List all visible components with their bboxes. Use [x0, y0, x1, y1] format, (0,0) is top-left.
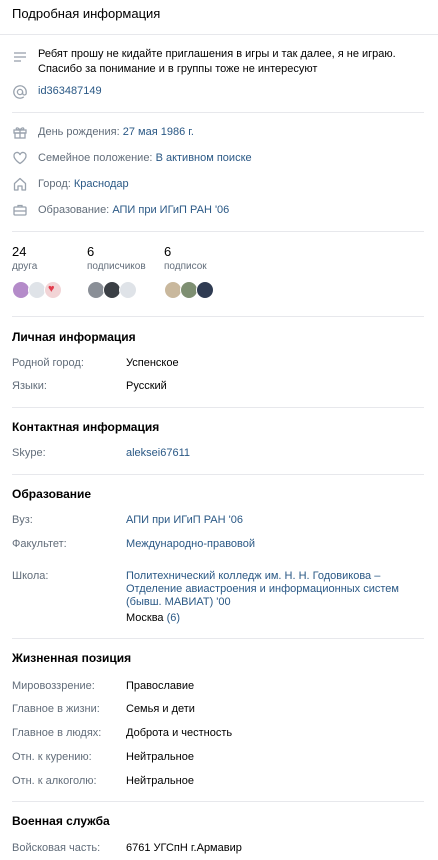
worldview-label: Мировоззрение:	[12, 680, 95, 692]
friends-label[interactable]: друга	[12, 261, 37, 272]
summary-divider	[12, 231, 424, 232]
relationship-label: Семейное положение:	[38, 152, 153, 164]
followers-label[interactable]: подписчиков	[87, 261, 146, 272]
followers-count[interactable]: 6	[87, 244, 94, 259]
military-heading: Военная служба	[12, 814, 110, 828]
alcohol-label: Отн. к алкоголю:	[12, 775, 97, 787]
personal-divider	[12, 407, 424, 408]
life-divider	[12, 801, 424, 802]
school-name-line: Политехнический колледж им. Н. Н. Годови…	[126, 570, 381, 582]
friends-count[interactable]: 24	[12, 244, 26, 259]
heart-icon: ♥	[48, 283, 55, 295]
university-label: Вуз:	[12, 514, 33, 526]
friend-avatar[interactable]: ♥	[44, 281, 62, 299]
contacts-divider	[12, 474, 424, 475]
gift-icon	[12, 124, 28, 140]
bio-divider	[12, 112, 424, 113]
briefcase-icon	[12, 202, 28, 218]
school-city-row: Москва (6)	[126, 612, 180, 624]
smoking-label: Отн. к курению:	[12, 751, 92, 763]
worldview-value: Православие	[126, 680, 195, 692]
city-value[interactable]: Краснодар	[74, 178, 129, 190]
education-divider	[12, 638, 424, 639]
faculty-label: Факультет:	[12, 538, 67, 550]
page-title: Подробная информация	[12, 6, 161, 21]
birthday-value[interactable]: 27 мая 1986 г.	[123, 126, 194, 138]
main-in-people-value: Доброта и честность	[126, 727, 233, 739]
relationship-row: Семейное положение: В активном поиске	[38, 151, 252, 166]
school-label: Школа:	[12, 570, 49, 582]
subscriptions-label[interactable]: подписок	[164, 261, 207, 272]
education-summary-row: Образование: АПИ при ИГиП РАН '06	[38, 203, 229, 218]
education-heading: Образование	[12, 487, 92, 501]
education-summary-label: Образование:	[38, 204, 110, 216]
education-summary-value[interactable]: АПИ при ИГиП РАН '06	[112, 204, 229, 216]
skype-link[interactable]: aleksei67611	[126, 447, 190, 459]
school-name-line: (бывш. МАВИАТ) '00	[126, 596, 231, 608]
university-link[interactable]: АПИ при ИГиП РАН '06	[126, 514, 243, 526]
school-city-count[interactable]: (6)	[167, 612, 180, 624]
status-text: Ребят прошу не кидайте приглашения в игр…	[38, 48, 396, 75]
at-sign-icon	[12, 84, 28, 100]
school-city: Москва	[126, 612, 164, 624]
smoking-value: Нейтральное	[126, 751, 194, 763]
alcohol-value: Нейтральное	[126, 775, 194, 787]
status-text-icon	[12, 49, 28, 65]
hometown-label: Родной город:	[12, 357, 84, 369]
languages-value: Русский	[126, 380, 167, 392]
screen-name-link[interactable]: id363487149	[38, 84, 102, 99]
relationship-value[interactable]: В активном поиске	[156, 152, 252, 164]
heart-icon	[12, 150, 28, 166]
school-link[interactable]: Политехнический колледж им. Н. Н. Годови…	[126, 570, 426, 609]
school-name-line: Отделение авиастроения и информационных …	[126, 583, 399, 595]
subscription-avatar[interactable]	[196, 281, 214, 299]
city-row: Город: Краснодар	[38, 177, 129, 192]
birthday-label: День рождения:	[38, 126, 120, 138]
birthday-row: День рождения: 27 мая 1986 г.	[38, 125, 194, 140]
follower-avatar[interactable]	[119, 281, 137, 299]
main-in-life-label: Главное в жизни:	[12, 703, 100, 715]
military-unit-value: 6761 УГСпН г.Армавир	[126, 842, 242, 854]
skype-label: Skype:	[12, 447, 46, 459]
personal-info-heading: Личная информация	[12, 330, 136, 344]
counters-divider	[12, 316, 424, 317]
main-in-life-value: Семья и дети	[126, 703, 195, 715]
city-label: Город:	[38, 178, 71, 190]
faculty-link[interactable]: Международно-правовой	[126, 538, 255, 550]
military-unit-label: Войсковая часть:	[12, 842, 101, 854]
hometown-value: Успенское	[126, 357, 179, 369]
life-position-heading: Жизненная позиция	[12, 651, 132, 665]
languages-label: Языки:	[12, 380, 47, 392]
header-divider	[0, 34, 438, 35]
subscriptions-count[interactable]: 6	[164, 244, 171, 259]
home-icon	[12, 176, 28, 192]
contact-info-heading: Контактная информация	[12, 420, 160, 434]
main-in-people-label: Главное в людях:	[12, 727, 102, 739]
